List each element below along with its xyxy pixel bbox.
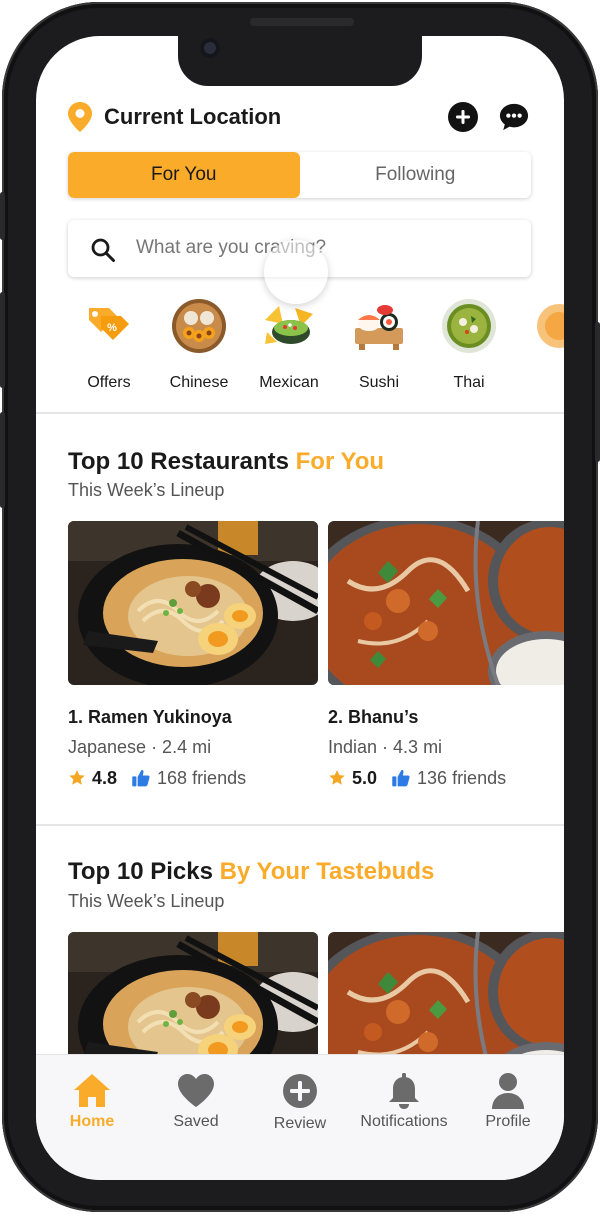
heart-icon: [178, 1074, 214, 1107]
restaurant-stats: 5.0 136 friends: [328, 766, 506, 790]
category-thai[interactable]: Thai: [424, 298, 514, 398]
section-title-accent: By Your Tastebuds: [219, 858, 435, 885]
person-icon: [492, 1073, 524, 1109]
category-sushi[interactable]: Sushi: [334, 298, 424, 398]
tab-following[interactable]: Following: [300, 152, 532, 198]
offers-tag-icon: %: [89, 308, 129, 340]
nav-saved[interactable]: Saved: [144, 1071, 248, 1141]
restaurant-meta: Indian · 4.3 mi: [328, 737, 443, 757]
tab-for-you[interactable]: For You: [68, 152, 300, 198]
nav-label: Notifications: [360, 1113, 448, 1130]
nav-label: Profile: [485, 1113, 531, 1130]
svg-text:%: %: [107, 322, 117, 334]
category-mexican[interactable]: Mexican: [244, 298, 334, 398]
header-bar: Current Location: [68, 100, 532, 136]
rating-value: 4.8: [92, 767, 118, 788]
add-button[interactable]: [448, 102, 478, 132]
phone-action-button: [0, 192, 5, 240]
touch-indicator: [264, 240, 328, 304]
thai-curry-icon: [442, 299, 496, 353]
restaurant-meta: Japanese · 2.4 mi: [68, 737, 212, 757]
rating-value: 5.0: [352, 767, 378, 788]
feed-tabs: For You Following: [68, 152, 531, 198]
section-title-picks: Top 10 Picks By Your Tastebuds: [68, 858, 434, 886]
curry-photo: [328, 521, 564, 685]
category-row: % Offers Chinese Mexican Sushi Thai: [68, 298, 564, 398]
category-label: Sushi: [358, 374, 400, 391]
nav-label: Review: [273, 1115, 327, 1132]
category-label: Mexican: [259, 374, 319, 391]
nav-label: Home: [69, 1113, 115, 1130]
category-offers[interactable]: % Offers: [68, 298, 154, 398]
bottom-nav: Home Saved Review Notifications Profile: [36, 1054, 564, 1180]
thumbs-up-icon: [132, 769, 150, 787]
nav-notifications[interactable]: Notifications: [352, 1071, 456, 1141]
more-food-icon: [537, 304, 564, 348]
restaurant-stats: 4.8 168 friends: [68, 766, 246, 790]
plus-icon: [456, 110, 470, 124]
section-subtitle: This Week’s Lineup: [68, 480, 225, 500]
thumbs-up-icon: [392, 769, 410, 787]
location-pin-icon[interactable]: [68, 102, 92, 132]
bell-icon: [389, 1073, 419, 1109]
restaurant-name: 1. Ramen Yukinoya: [68, 707, 232, 727]
plus-circle-icon: [283, 1074, 317, 1108]
friends-count: 136 friends: [417, 767, 507, 788]
sushi-icon: [355, 305, 403, 350]
section-title-text: Top 10 Restaurants: [68, 448, 296, 475]
nachos-icon: [265, 306, 313, 344]
nav-label: Saved: [173, 1113, 219, 1130]
restaurant-name: 2. Bhanu’s: [328, 707, 419, 727]
current-location-title[interactable]: Current Location: [104, 104, 281, 130]
nav-home[interactable]: Home: [40, 1071, 144, 1141]
chat-bubble-icon: [499, 103, 529, 131]
section-divider: [36, 824, 564, 826]
front-camera: [200, 38, 220, 58]
section-title-accent: For You: [295, 448, 385, 475]
friends-count: 168 friends: [157, 767, 247, 788]
category-label: Chinese: [169, 374, 229, 391]
star-icon: [329, 770, 345, 785]
app-screen: Current Location For You Following What …: [36, 36, 564, 1180]
section-title-restaurants: Top 10 Restaurants For You: [68, 448, 384, 476]
category-chinese[interactable]: Chinese: [154, 298, 244, 398]
search-icon: [91, 238, 115, 262]
phone-power-button: [595, 322, 600, 462]
phone-volume-down-button: [0, 412, 5, 508]
phone-speaker: [250, 18, 354, 26]
ramen-photo: [68, 521, 318, 685]
section-divider: [36, 412, 564, 414]
category-label: Offers: [87, 374, 131, 391]
star-icon: [69, 770, 85, 785]
dim-sum-icon: [172, 299, 226, 353]
nav-review[interactable]: Review: [248, 1071, 352, 1141]
messages-button[interactable]: [499, 102, 529, 132]
phone-volume-up-button: [0, 292, 5, 388]
nav-profile[interactable]: Profile: [456, 1071, 560, 1141]
section-subtitle: This Week’s Lineup: [68, 891, 225, 911]
category-more[interactable]: [514, 298, 564, 398]
category-label: Thai: [453, 374, 485, 391]
section-title-text: Top 10 Picks: [68, 858, 220, 885]
home-icon: [74, 1074, 110, 1107]
